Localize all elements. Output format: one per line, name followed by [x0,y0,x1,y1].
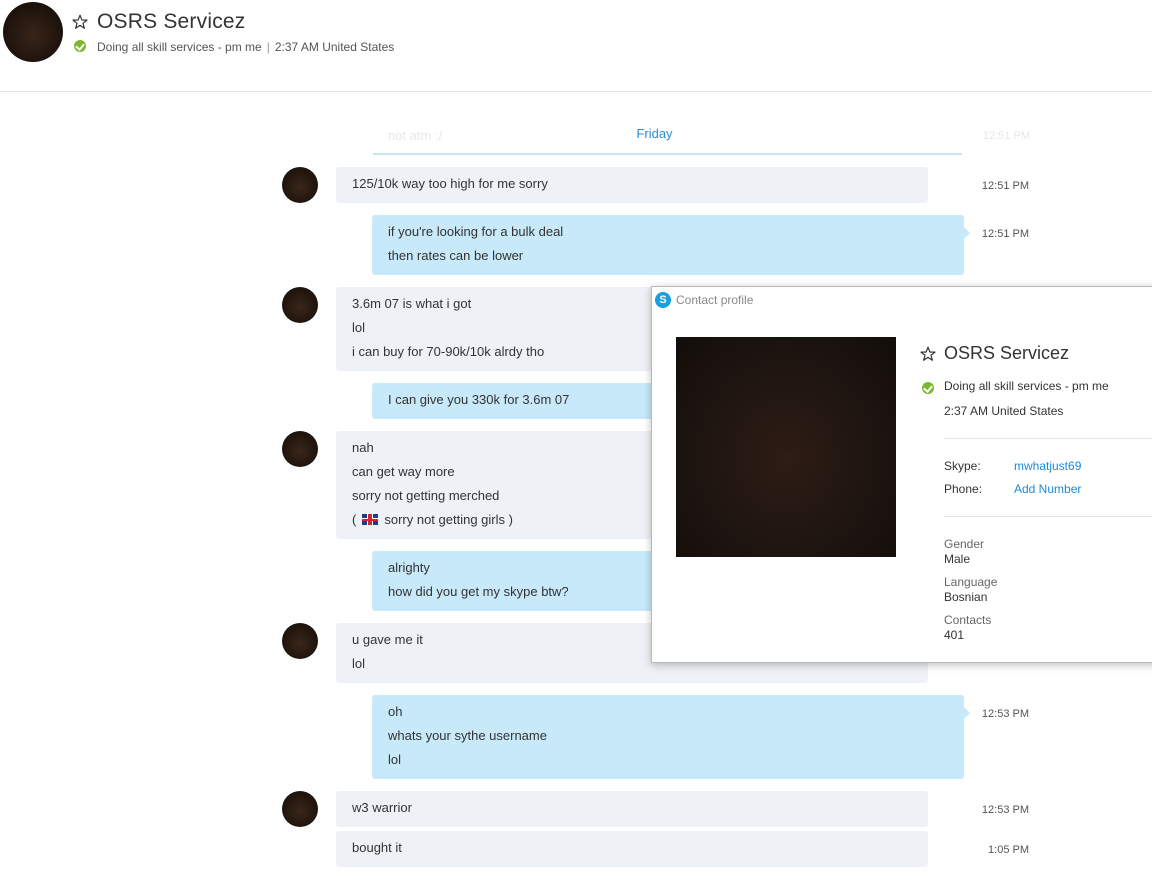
day-divider-line [373,153,962,155]
contact-profile-popup[interactable]: S Contact profile OSRS Servicez Doing al… [651,286,1152,663]
message-time: 12:53 PM [981,708,1029,720]
status-separator: | [266,40,270,54]
online-status-icon [74,40,86,52]
contacts-value: 401 [944,628,965,642]
language-label: Language [944,575,998,589]
add-number-link[interactable]: Add Number [1014,482,1081,496]
contact-mood: Doing all skill services - pm me [97,40,262,54]
profile-photo [676,337,896,557]
message-text: if you're looking for a bulk deal [388,224,564,239]
profile-name: OSRS Servicez [944,343,1070,363]
day-divider-label: Friday [636,126,673,141]
contact-avatar[interactable] [3,2,63,62]
sender-avatar[interactable] [282,623,318,659]
profile-divider [944,438,1152,439]
message-text: sorry not getting girls ) [384,512,513,527]
skype-name-link[interactable]: mwhatjust69 [1014,459,1081,473]
message-text: whats your sythe username [388,728,547,743]
favorite-star-icon[interactable] [72,14,88,30]
message-time: 12:53 PM [981,804,1029,816]
uk-flag-emoticon-icon [362,514,379,525]
message-time: 12:51 PM [981,228,1029,240]
outgoing-message[interactable]: if you're looking for a bulk deal then r… [372,215,970,275]
gender-label: Gender [944,537,985,551]
sender-avatar[interactable] [282,167,318,203]
faded-previous-time: 12:51 PM [983,130,1031,142]
outgoing-message[interactable]: oh whats your sythe username lol [372,695,970,779]
incoming-message[interactable]: w3 warrior [336,791,928,827]
incoming-message[interactable]: 125/10k way too high for me sorry [336,167,928,203]
favorite-star-icon[interactable] [920,346,936,362]
gender-value: Male [944,552,971,566]
message-time: 1:05 PM [988,844,1029,856]
sender-avatar[interactable] [282,431,318,467]
incoming-message[interactable]: bought it [336,831,928,867]
open-paren: ( [352,512,357,527]
message-text: 125/10k way too high for me sorry [352,176,548,191]
sender-avatar[interactable] [282,791,318,827]
profile-local-time: 2:37 AM United States [944,404,1064,418]
skype-label: Skype: [944,459,981,473]
online-status-icon [922,382,934,394]
sender-avatar[interactable] [282,287,318,323]
phone-label: Phone: [944,482,983,496]
message-text: bought it [352,840,402,855]
message-text: oh [388,704,403,719]
message-text: then rates can be lower [388,248,524,263]
skype-logo-icon: S [655,292,671,308]
profile-mood: Doing all skill services - pm me [944,379,1109,393]
contact-status-line: Doing all skill services - pm me | 2:37 AM… [97,40,394,54]
contacts-label: Contacts [944,613,992,627]
message-time: 12:51 PM [981,180,1029,192]
language-value: Bosnian [944,590,988,604]
conversation-header: OSRS Servicez Doing all skill services -… [0,0,1152,92]
profile-divider [944,516,1152,517]
message-text: lol [388,752,402,767]
message-text: w3 warrior [352,800,412,815]
contact-local-time: 2:37 AM United States [274,40,395,54]
contact-name[interactable]: OSRS Servicez [97,10,245,34]
popup-title: Contact profile [676,293,754,307]
